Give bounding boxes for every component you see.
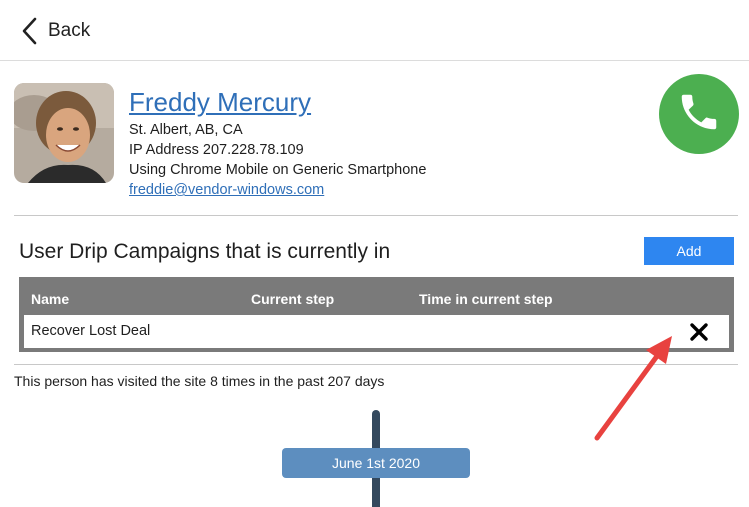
profile-divider: [14, 215, 738, 216]
campaigns-title: User Drip Campaigns that is currently in: [19, 240, 391, 263]
close-icon: [687, 323, 711, 348]
campaigns-divider: [14, 364, 738, 365]
profile-name-link[interactable]: Freddy Mercury: [129, 87, 311, 118]
chevron-left-icon: [20, 16, 38, 46]
back-label: Back: [48, 20, 91, 41]
campaigns-table: Name Current step Time in current step R…: [19, 277, 734, 352]
remove-campaign-button[interactable]: [687, 320, 711, 344]
phone-icon: [676, 89, 722, 140]
timeline-date-label: June 1st 2020: [282, 448, 470, 478]
profile-email-link[interactable]: freddie@vendor-windows.com: [129, 182, 324, 198]
avatar: [14, 83, 114, 183]
profile-ip-address: IP Address 207.228.78.109: [129, 142, 304, 158]
column-header-name: Name: [31, 291, 70, 307]
visit-summary: This person has visited the site 8 times…: [14, 373, 385, 389]
profile-device: Using Chrome Mobile on Generic Smartphon…: [129, 162, 427, 178]
column-header-time-in-step: Time in current step: [419, 291, 553, 307]
profile-location: St. Albert, AB, CA: [129, 122, 243, 138]
column-header-current-step: Current step: [251, 291, 335, 307]
back-button[interactable]: Back: [20, 16, 90, 46]
call-button[interactable]: [659, 74, 739, 154]
user-detail-page: Back Freddy Mercury St. Albert, AB, CA I…: [0, 0, 749, 507]
add-campaign-button[interactable]: Add: [644, 237, 734, 265]
top-bar: Back: [0, 0, 749, 61]
table-row: Recover Lost Deal: [24, 315, 729, 348]
campaign-name-cell: Recover Lost Deal: [31, 323, 151, 339]
